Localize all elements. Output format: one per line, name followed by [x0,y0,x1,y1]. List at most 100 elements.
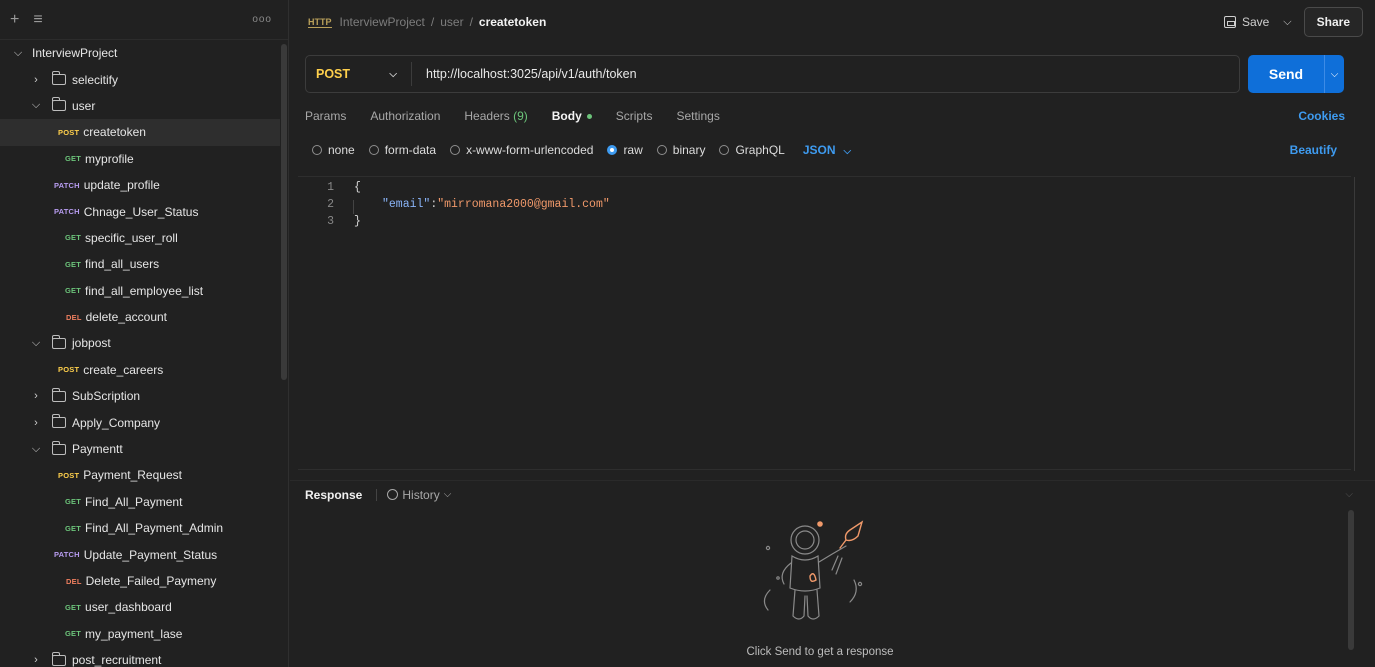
plus-icon[interactable]: + [10,11,19,29]
sidebar-request-update_payment_status[interactable]: PATCH Update_Payment_Status [0,541,280,567]
method-badge: DEL [66,576,82,586]
body-option-raw[interactable]: raw [607,143,643,157]
more-options-icon[interactable]: ooo [252,14,272,25]
chevron-down-icon[interactable]: ⌵ [30,337,42,350]
sidebar-item-label: user [72,98,96,113]
body-type-options: none form-data x-www-form-urlencoded raw… [312,140,1337,160]
sidebar-request-createtoken[interactable]: POST createtoken [0,119,280,146]
sidebar-request-find_all_users[interactable]: GET find_all_users [0,251,280,277]
chevron-right-icon[interactable]: › [30,74,42,86]
chevron-down-icon[interactable]: ⌵ [1283,16,1291,29]
sidebar-request-delete_failed_paymeny[interactable]: DEL Delete_Failed_Paymeny [0,568,280,594]
request-workspace: HTTP InterviewProject / user / createtok… [290,0,1375,667]
body-editor[interactable]: 1 2 3 { "email":"mirromana2000@gmail.com… [298,176,1355,471]
chevron-down-icon: ⌵ [389,68,397,80]
breadcrumb-collection[interactable]: InterviewProject [340,15,425,29]
sidebar-folder-selecitify[interactable]: › selecitify [0,66,280,92]
sidebar-folder-jobpost[interactable]: ⌵ jobpost [0,330,280,356]
option-label: none [328,143,355,157]
chevron-down-icon[interactable]: ⌵ [30,99,42,112]
code-line: "email":"mirromana2000@gmail.com" [382,198,610,211]
response-scrollbar[interactable] [1348,510,1354,650]
method-badge: POST [58,470,80,480]
sidebar-request-payment_request[interactable]: POST Payment_Request [0,462,280,488]
sidebar-item-label: Delete_Failed_Paymeny [85,574,217,588]
sidebar-item-label: specific_user_roll [85,230,178,245]
option-label: binary [672,143,706,157]
method-badge: PATCH [54,550,80,560]
save-button[interactable]: Save [1216,10,1277,34]
share-button[interactable]: Share [1303,7,1363,37]
sidebar-request-chnage_user_status[interactable]: PATCH Chnage_User_Status [0,198,280,224]
editor-scrollbar[interactable] [1354,177,1355,471]
method-select[interactable]: POST ⌵ [306,62,412,86]
tab-params[interactable]: Params [305,109,346,123]
sidebar-item-label: SubScription [72,389,141,404]
sidebar-request-specific_user_roll[interactable]: GET specific_user_roll [0,225,280,251]
sidebar-request-find_all_employee_list[interactable]: GET find_all_employee_list [0,278,280,304]
sidebar-item-label: user_dashboard [85,600,172,615]
beautify-button[interactable]: Beautify [1290,143,1337,157]
sidebar-item-label: Find_All_Payment [85,494,183,509]
sidebar-toolbar: + ≡ ooo [0,0,288,40]
sidebar-folder-subscription[interactable]: › SubScription [0,383,280,409]
history-dropdown[interactable]: History ⌵ [387,488,451,502]
chevron-right-icon[interactable]: › [30,390,42,402]
chevron-right-icon[interactable]: › [30,654,42,666]
chevron-down-icon[interactable]: ⌵ [30,443,42,456]
sidebar-item-label: myprofile [85,151,134,166]
save-icon [1223,16,1236,28]
raw-format-select[interactable]: JSON ⌵ [803,143,851,157]
line-number: 2 [327,198,334,211]
folder-icon [52,651,66,666]
sidebar-request-my_payment_lase[interactable]: GET my_payment_lase [0,621,280,647]
sidebar-request-delete_account[interactable]: DEL delete_account [0,304,280,330]
save-label: Save [1241,15,1270,29]
sidebar-request-find_all_payment[interactable]: GET Find_All_Payment [0,489,280,515]
body-option-binary[interactable]: binary [656,143,706,157]
body-option-urlencoded[interactable]: x-www-form-urlencoded [450,143,593,157]
sidebar-request-update_profile[interactable]: PATCH update_profile [0,172,280,198]
tab-body[interactable]: Body [552,109,592,123]
chevron-down-icon[interactable]: ⌵ [12,47,24,60]
send-button-group: Send ⌵ [1248,55,1344,93]
sidebar-request-find_all_payment_admin[interactable]: GET Find_All_Payment_Admin [0,515,280,541]
sidebar-item-label: delete_account [85,310,168,325]
cookies-link[interactable]: Cookies [1298,109,1345,123]
sidebar-folder-post_recruitment[interactable]: › post_recruitment [0,647,280,667]
folder-icon [52,440,66,455]
code-line: } [354,215,361,228]
body-option-none[interactable]: none [312,143,355,157]
tab-settings[interactable]: Settings [676,109,719,123]
sidebar-request-myprofile[interactable]: GET myprofile [0,146,280,172]
sidebar-folder-user[interactable]: ⌵ user [0,93,280,119]
chevron-right-icon[interactable]: › [30,417,42,429]
sidebar-request-create_careers[interactable]: POST create_careers [0,357,280,383]
tab-scripts[interactable]: Scripts [616,109,653,123]
sidebar-scrollbar[interactable] [281,44,287,380]
body-option-form-data[interactable]: form-data [368,143,436,157]
tab-authorization[interactable]: Authorization [370,109,440,123]
tab-headers[interactable]: Headers (9) [464,109,527,123]
folder-icon [52,71,66,86]
sidebar-folder-paymentt[interactable]: ⌵ Paymentt [0,436,280,462]
sidebar-request-user_dashboard[interactable]: GET user_dashboard [0,594,280,620]
sidebar-folder-apply_company[interactable]: › Apply_Company [0,409,280,435]
sidebar-item-label: Apply_Company [72,415,161,430]
sidebar-item-label: Payment_Request [83,468,182,483]
sidebar-folder-interviewproject[interactable]: ⌵ InterviewProject [0,40,280,66]
body-option-graphql[interactable]: GraphQL [719,143,785,157]
sidebar-item-label: update_profile [83,178,160,193]
method-value: POST [316,67,351,81]
request-name[interactable]: createtoken [479,15,546,29]
method-badge: DEL [66,312,82,322]
url-input[interactable] [412,67,1239,81]
send-options-chevron-icon[interactable]: ⌵ [1324,55,1344,93]
filter-icon[interactable]: ≡ [33,11,42,29]
send-button[interactable]: Send [1248,55,1324,93]
sidebar-item-label: post_recruitment [72,653,162,667]
collapse-chevron-icon[interactable]: ⌵ [1345,489,1353,500]
breadcrumb-folder[interactable]: user [440,15,463,29]
sidebar-item-label: create_careers [83,362,164,377]
sidebar-item-label: jobpost [72,336,111,351]
